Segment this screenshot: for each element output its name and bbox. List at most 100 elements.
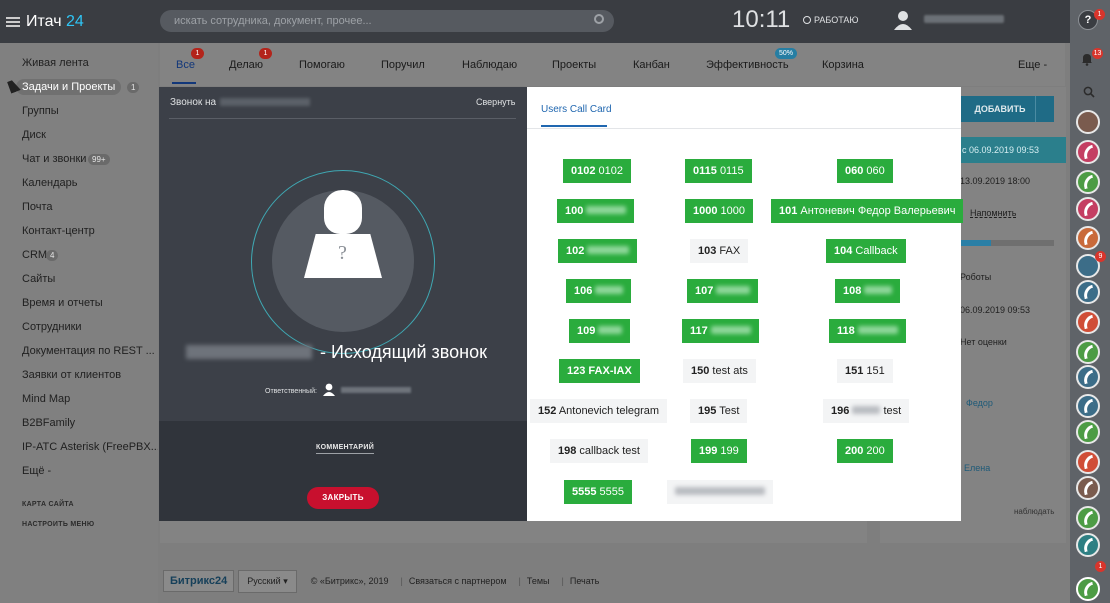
menu-item-sites[interactable]: Сайты [22,273,55,285]
language-select[interactable]: Русский ▾ [238,569,297,593]
user-avatar-icon [322,383,335,396]
menu-item-groups[interactable]: Группы [22,105,59,117]
tab-kanban[interactable]: Канбан [633,59,670,71]
extension-button[interactable]: 1000 1000 [685,199,754,223]
extension-button[interactable]: 5555 5555 [564,480,633,504]
phone-icon [1081,398,1096,414]
extension-button[interactable]: 108 [835,279,901,303]
extension-button[interactable]: 123 FAX-IAX [559,359,640,383]
extension-button[interactable]: 196 test [823,399,910,423]
menu-icon[interactable] [6,16,20,27]
contact-avatar[interactable] [1076,365,1100,389]
extension-button[interactable]: 152 Antonevich telegram [530,399,668,423]
contact-avatar[interactable] [1076,340,1100,364]
add-button[interactable]: ДОБАВИТЬ [960,96,1054,122]
menu-item-calendar[interactable]: Календарь [22,177,78,189]
contact-avatar[interactable] [1076,110,1100,134]
extension-button[interactable] [667,480,773,504]
menu-item-rest-docs[interactable]: Документация по REST ... [22,345,155,357]
tab-all[interactable]: Все [176,59,195,71]
tab-users-call-card[interactable]: Users Call Card [541,104,612,115]
contact-avatar[interactable] [1076,533,1100,557]
menu-item-chat[interactable]: Чат и звонки [22,153,86,165]
comment-button[interactable]: КОММЕНТАРИЙ [316,444,375,454]
menu-item-contact-center[interactable]: Контакт-центр [22,225,95,237]
tab-trash[interactable]: Корзина [822,59,864,71]
work-status[interactable]: РАБОТАЮ [803,15,859,25]
extension-button[interactable]: 104 Callback [826,239,906,263]
extension-button[interactable]: 100 [557,199,635,223]
extension-button[interactable]: 195 Test [690,399,748,423]
extension-button[interactable]: 060 060 [837,159,893,183]
contact-avatar[interactable] [1076,226,1100,250]
tab-assigned[interactable]: Поручил [381,59,425,71]
contact-avatar[interactable] [1076,420,1100,444]
menu-item-more[interactable]: Ещё - [22,465,51,477]
remind-link[interactable]: Напомнить [970,208,1016,218]
tab-helping[interactable]: Помогаю [299,59,345,71]
contact-avatar[interactable] [1076,140,1100,164]
configure-menu-link[interactable]: НАСТРОИТЬ МЕНЮ [22,521,94,528]
menu-item-mail[interactable]: Почта [22,201,53,213]
search-icon[interactable] [1083,86,1095,98]
menu-item-crm[interactable]: CRM [22,249,47,261]
extension-button[interactable]: 0102 0102 [563,159,632,183]
menu-item-b2bfamily[interactable]: B2BFamily [22,417,75,429]
menu-item-mindmap[interactable]: Mind Map [22,393,70,405]
clock[interactable]: 10:11 [732,6,790,34]
contact-avatar[interactable] [1076,476,1100,500]
extension-button[interactable]: 150 test ats [683,359,756,383]
tab-doing[interactable]: Делаю [229,59,263,71]
footer-logo[interactable]: Битрикс24 [163,570,235,592]
extension-button[interactable]: 200 200 [837,439,893,463]
extension-button[interactable]: 117 [682,319,759,343]
menu-item-tasks[interactable]: Задачи и Проекты [16,79,122,95]
menu-item-time[interactable]: Время и отчеты [22,297,103,309]
menu-item-disk[interactable]: Диск [22,129,46,141]
print-link[interactable]: Печать [570,576,599,586]
menu-item-requests[interactable]: Заявки от клиентов [22,369,121,381]
call-button[interactable] [1076,577,1100,601]
user-avatar-icon[interactable] [894,10,912,30]
phone-icon [1081,424,1096,440]
extension-button[interactable]: 199 199 [691,439,747,463]
contact-avatar[interactable] [1076,170,1100,194]
watch-link[interactable]: наблюдать [1014,507,1054,516]
tab-efficiency[interactable]: Эффективность [706,59,789,71]
person-link[interactable]: Федор [966,398,993,408]
menu-item-employees[interactable]: Сотрудники [22,321,82,333]
partner-link[interactable]: Связаться с партнером [409,576,507,586]
tab-watching[interactable]: Наблюдаю [462,59,517,71]
sitemap-link[interactable]: КАРТА САЙТА [22,501,74,508]
user-name[interactable] [924,15,1004,23]
search-input[interactable]: искать сотрудника, документ, прочее... [160,10,614,32]
extension-button[interactable]: 118 [829,319,906,343]
person-link[interactable]: Елена [964,463,990,473]
themes-link[interactable]: Темы [527,576,550,586]
close-button[interactable]: ЗАКРЫТЬ [307,487,379,509]
menu-item-live-feed[interactable]: Живая лента [22,57,89,69]
tab-projects[interactable]: Проекты [552,59,596,71]
extension-button[interactable]: 103 FAX [690,239,749,263]
extension-button[interactable]: 198 callback test [550,439,648,463]
contact-avatar[interactable] [1076,450,1100,474]
menu-item-asterisk[interactable]: IP-АТС Asterisk (FreePBX... [22,441,160,453]
responsible-name[interactable] [340,387,411,393]
extension-button[interactable]: 102 [558,239,638,263]
contact-avatar[interactable] [1076,394,1100,418]
extension-button[interactable]: 109 [569,319,631,343]
extension-button[interactable]: 107 [687,279,759,303]
extension-button[interactable]: 0115 0115 [685,159,752,183]
collapse-button[interactable]: Свернуть [476,97,515,107]
contact-avatar[interactable] [1076,506,1100,530]
extension-button[interactable]: 151 151 [837,359,893,383]
extension-button[interactable]: 101 Антоневич Федор Валерьевич [771,199,964,223]
tab-more[interactable]: Еще - [1018,59,1047,71]
portal-logo[interactable]: Итач 24 [26,13,84,31]
chevron-down-icon: ▾ [283,575,288,586]
contact-avatar[interactable] [1076,197,1100,221]
extension-button[interactable]: 106 [566,279,632,303]
contact-avatar[interactable] [1076,310,1100,334]
robots-link[interactable]: Роботы [960,272,991,282]
contact-avatar[interactable] [1076,280,1100,304]
